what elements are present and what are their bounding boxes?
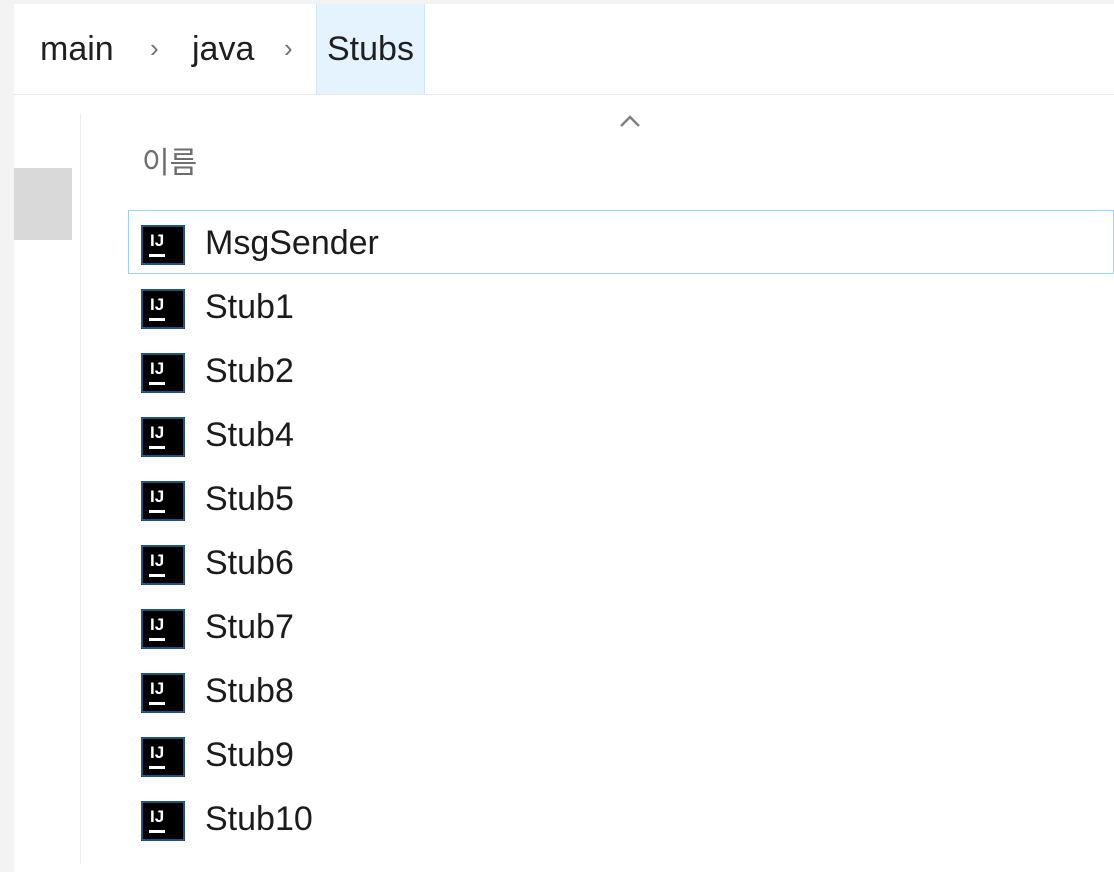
intellij-java-file-icon: IJ: [141, 225, 185, 265]
svg-text:IJ: IJ: [150, 807, 164, 826]
file-name: Stub1: [205, 288, 294, 326]
breadcrumb-item-java[interactable]: java: [192, 4, 254, 94]
svg-text:IJ: IJ: [150, 423, 164, 442]
intellij-java-file-icon: IJ: [141, 417, 185, 457]
breadcrumb-separator-icon[interactable]: ›: [284, 4, 293, 94]
breadcrumb: main › java › Stubs: [14, 4, 1114, 95]
file-name: Stub2: [205, 352, 294, 390]
svg-text:IJ: IJ: [150, 231, 164, 250]
column-header-name[interactable]: 이름: [128, 104, 1114, 204]
intellij-java-file-icon: IJ: [141, 673, 185, 713]
file-row[interactable]: IJ Stub9: [128, 722, 1114, 786]
svg-text:IJ: IJ: [150, 743, 164, 762]
file-name: Stub9: [205, 736, 294, 774]
breadcrumb-item-stubs[interactable]: Stubs: [316, 4, 425, 94]
intellij-java-file-icon: IJ: [141, 609, 185, 649]
intellij-java-file-icon: IJ: [141, 481, 185, 521]
file-name: Stub7: [205, 608, 294, 646]
file-row[interactable]: IJ Stub1: [128, 274, 1114, 338]
file-name: Stub5: [205, 480, 294, 518]
file-row[interactable]: IJ Stub10: [128, 786, 1114, 850]
file-row[interactable]: IJ Stub8: [128, 658, 1114, 722]
file-name: Stub4: [205, 416, 294, 454]
intellij-java-file-icon: IJ: [141, 801, 185, 841]
svg-text:IJ: IJ: [150, 359, 164, 378]
breadcrumb-item-main[interactable]: main: [40, 4, 114, 94]
file-name: Stub8: [205, 672, 294, 710]
svg-text:IJ: IJ: [150, 551, 164, 570]
file-explorer-window: main › java › Stubs 이름 IJ MsgSender IJ Stub…: [14, 4, 1114, 872]
svg-text:IJ: IJ: [150, 679, 164, 698]
file-row[interactable]: IJ Stub6: [128, 530, 1114, 594]
file-name: Stub10: [205, 800, 313, 838]
file-name: Stub6: [205, 544, 294, 582]
sort-ascending-icon: [620, 115, 640, 127]
column-header-label: 이름: [142, 147, 198, 180]
svg-text:IJ: IJ: [150, 615, 164, 634]
breadcrumb-separator-icon[interactable]: ›: [150, 4, 159, 94]
file-row[interactable]: IJ Stub7: [128, 594, 1114, 658]
file-row[interactable]: IJ MsgSender: [128, 210, 1114, 274]
svg-text:IJ: IJ: [150, 487, 164, 506]
intellij-java-file-icon: IJ: [141, 737, 185, 777]
pane-divider[interactable]: [80, 114, 81, 864]
file-list: IJ MsgSender IJ Stub1 IJ Stub2 IJ Stub4 IJ Stub5 I…: [128, 210, 1114, 850]
intellij-java-file-icon: IJ: [141, 545, 185, 585]
svg-text:IJ: IJ: [150, 295, 164, 314]
intellij-java-file-icon: IJ: [141, 353, 185, 393]
intellij-java-file-icon: IJ: [141, 289, 185, 329]
file-row[interactable]: IJ Stub4: [128, 402, 1114, 466]
file-row[interactable]: IJ Stub5: [128, 466, 1114, 530]
file-row[interactable]: IJ Stub2: [128, 338, 1114, 402]
navigation-pane-scroll-thumb[interactable]: [14, 168, 72, 240]
file-name: MsgSender: [205, 224, 379, 262]
